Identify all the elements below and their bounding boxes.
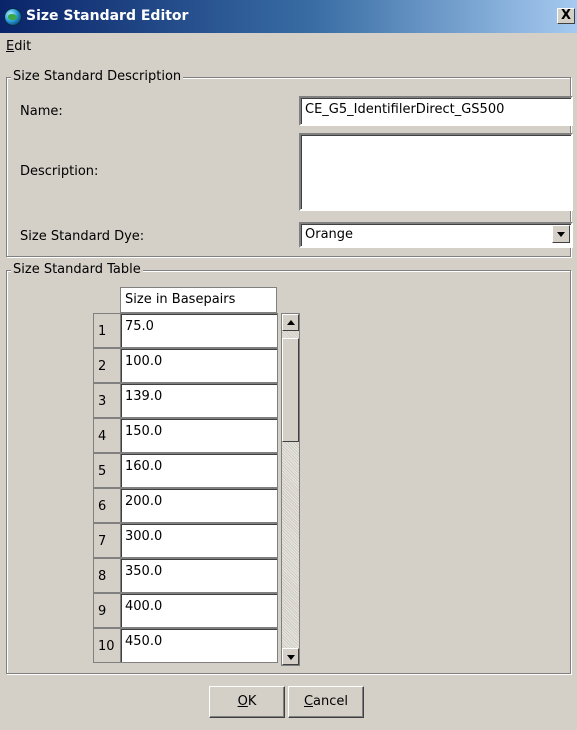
- row-number: 9: [93, 593, 120, 628]
- scroll-thumb[interactable]: [282, 338, 299, 442]
- column-header-size[interactable]: Size in Basepairs: [120, 287, 277, 313]
- row-number: 2: [93, 348, 120, 383]
- menu-edit-mnemonic: E: [6, 39, 15, 54]
- title-bar[interactable]: Size Standard Editor X: [0, 0, 577, 33]
- description-label: Description:: [20, 164, 99, 179]
- cancel-mnemonic: C: [303, 694, 314, 709]
- size-cell[interactable]: 75.0: [120, 313, 278, 348]
- app-globe-icon: [4, 8, 22, 26]
- group-title-table: Size Standard Table: [11, 262, 143, 277]
- table-row[interactable]: 3 139.0: [93, 383, 279, 418]
- row-number: 8: [93, 558, 120, 593]
- row-number: 5: [93, 453, 120, 488]
- row-number: 7: [93, 523, 120, 558]
- menu-bar: Edit: [0, 34, 577, 58]
- ok-label: K: [247, 694, 257, 709]
- row-number: 10: [93, 628, 120, 663]
- table-vertical-scrollbar[interactable]: [281, 313, 300, 666]
- description-field[interactable]: [299, 133, 573, 211]
- window-title: Size Standard Editor: [26, 8, 189, 24]
- size-cell[interactable]: 160.0: [120, 453, 278, 488]
- menu-edit-label: dit: [14, 39, 32, 54]
- row-number: 4: [93, 418, 120, 453]
- scroll-down-arrow-icon[interactable]: [282, 648, 299, 665]
- dye-label: Size Standard Dye:: [20, 229, 145, 244]
- table-row[interactable]: 1 75.0: [93, 313, 279, 348]
- close-button[interactable]: X: [557, 8, 575, 24]
- table-row[interactable]: 8 350.0: [93, 558, 279, 593]
- size-cell[interactable]: 100.0: [120, 348, 278, 383]
- size-cell[interactable]: 150.0: [120, 418, 278, 453]
- size-cell[interactable]: 200.0: [120, 488, 278, 523]
- menu-edit[interactable]: Edit: [6, 39, 31, 54]
- scroll-up-arrow-icon[interactable]: [282, 314, 299, 331]
- cancel-label: ancel: [313, 694, 349, 709]
- size-cell[interactable]: 139.0: [120, 383, 278, 418]
- name-label: Name:: [20, 104, 63, 119]
- size-cell[interactable]: 350.0: [120, 558, 278, 593]
- table-row[interactable]: 7 300.0: [93, 523, 279, 558]
- name-field[interactable]: CE_G5_IdentifilerDirect_GS500: [299, 96, 573, 126]
- row-number: 6: [93, 488, 120, 523]
- table-row[interactable]: 4 150.0: [93, 418, 279, 453]
- row-number: 1: [93, 313, 120, 348]
- row-number: 3: [93, 383, 120, 418]
- group-title-description: Size Standard Description: [11, 69, 184, 84]
- chevron-down-icon[interactable]: [552, 225, 570, 243]
- ok-button[interactable]: OK: [209, 686, 285, 718]
- size-cell[interactable]: 450.0: [120, 628, 278, 663]
- table-row[interactable]: 10 450.0: [93, 628, 279, 663]
- table-row[interactable]: 2 100.0: [93, 348, 279, 383]
- table-row[interactable]: 6 200.0: [93, 488, 279, 523]
- size-cell[interactable]: 300.0: [120, 523, 278, 558]
- size-cell[interactable]: 400.0: [120, 593, 278, 628]
- ok-mnemonic: O: [237, 694, 248, 709]
- dye-select[interactable]: Orange: [299, 222, 573, 248]
- table-row[interactable]: 5 160.0: [93, 453, 279, 488]
- dye-selected-value: Orange: [305, 227, 354, 242]
- cancel-button[interactable]: Cancel: [288, 686, 364, 718]
- table-row[interactable]: 9 400.0: [93, 593, 279, 628]
